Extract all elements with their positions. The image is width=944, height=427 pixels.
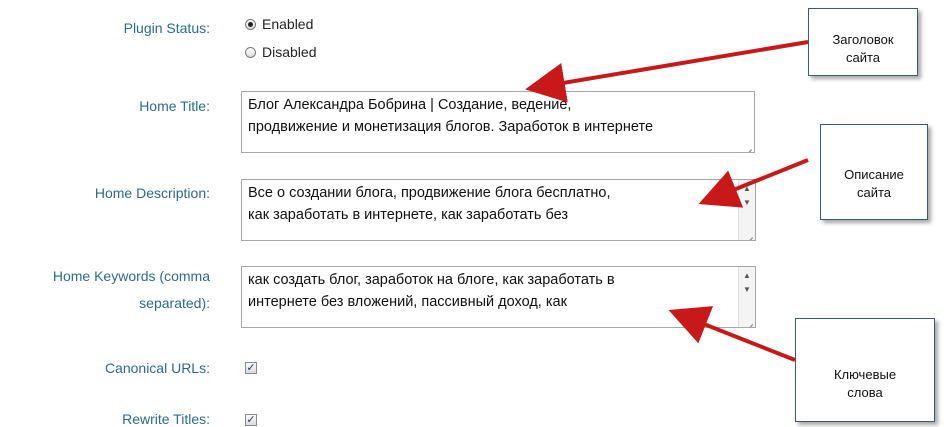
callout-title-line-1: Заголовок bbox=[832, 32, 894, 47]
callout-description-line-1: Описание bbox=[844, 167, 904, 182]
callout-description-line-2: сайта bbox=[856, 185, 892, 200]
arrow-title bbox=[525, 40, 809, 103]
callout-keywords-line-2: слова bbox=[847, 385, 883, 400]
callout-keywords: Ключевые слова bbox=[795, 318, 935, 422]
callout-title-line-2: сайта bbox=[845, 50, 881, 65]
arrow-keywords bbox=[668, 306, 796, 362]
callout-description: Описание сайта bbox=[820, 124, 928, 220]
callout-keywords-line-1: Ключевые bbox=[833, 367, 897, 382]
arrow-description bbox=[698, 158, 809, 208]
callout-title: Заголовок сайта bbox=[808, 8, 918, 76]
